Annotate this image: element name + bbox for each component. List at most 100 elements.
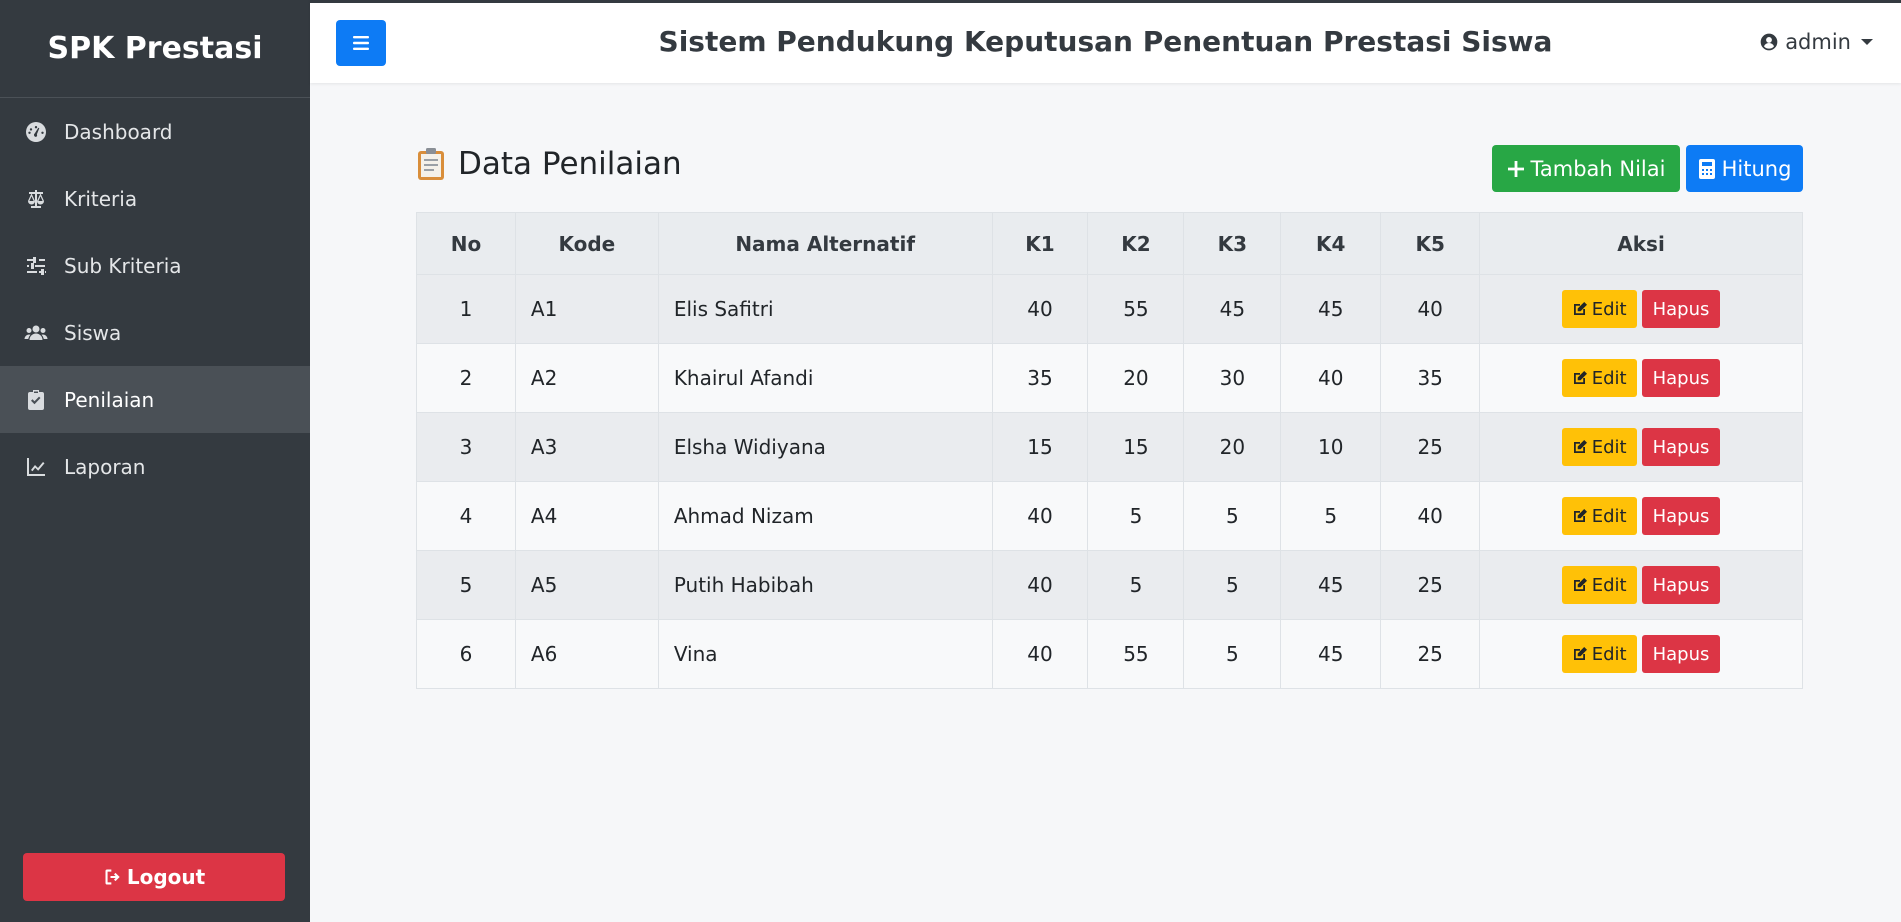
- edit-button[interactable]: Edit: [1561, 635, 1637, 673]
- cell-kode: A6: [514, 619, 659, 689]
- user-circle-icon: [1760, 33, 1778, 51]
- edit-icon: [1573, 578, 1587, 591]
- table-header-row: No Kode Nama Alternatif K1 K2 K3 K4 K5 A…: [416, 212, 1803, 275]
- edit-label: Edit: [1591, 298, 1627, 320]
- logout-button[interactable]: Logout: [23, 853, 285, 901]
- cell-k5: 40: [1380, 481, 1481, 551]
- app-title: Sistem Pendukung Keputusan Penentuan Pre…: [658, 25, 1553, 58]
- cell-k4: 10: [1280, 412, 1382, 482]
- dashboard-icon: [22, 118, 50, 146]
- sidebar: SPK Prestasi Dashboard Kriteria Sub Krit…: [0, 0, 310, 922]
- table-row: 1 A1 Elis Safitri 40 55 45 45 40 Edit Ha…: [416, 274, 1803, 344]
- page-header: Data Penilaian Tambah Nilai Hitung: [416, 140, 1803, 195]
- cell-k3: 5: [1183, 619, 1282, 689]
- edit-icon: [1573, 440, 1587, 453]
- delete-button[interactable]: Hapus: [1641, 359, 1721, 397]
- edit-label: Edit: [1591, 643, 1627, 665]
- cell-actions: Edit Hapus: [1479, 274, 1803, 344]
- cell-k3: 30: [1183, 343, 1282, 413]
- sidebar-item-label: Laporan: [64, 454, 146, 479]
- column-header: Nama Alternatif: [657, 212, 993, 275]
- sidebar-item-siswa[interactable]: Siswa: [0, 299, 310, 366]
- edit-label: Edit: [1591, 574, 1627, 596]
- balance-scale-icon: [22, 185, 50, 213]
- user-name: admin: [1785, 30, 1851, 54]
- edit-icon: [1573, 302, 1587, 315]
- sidebar-item-dashboard[interactable]: Dashboard: [0, 98, 310, 165]
- edit-icon: [1573, 647, 1587, 660]
- cell-k2: 5: [1087, 481, 1185, 551]
- sidebar-item-kriteria[interactable]: Kriteria: [0, 165, 310, 232]
- calculate-button[interactable]: Hitung: [1686, 145, 1803, 192]
- cell-actions: Edit Hapus: [1479, 343, 1803, 413]
- cell-actions: Edit Hapus: [1479, 412, 1803, 482]
- edit-label: Edit: [1591, 367, 1627, 389]
- cell-actions: Edit Hapus: [1479, 481, 1803, 551]
- cell-k5: 25: [1380, 619, 1481, 689]
- table-row: 4 A4 Ahmad Nizam 40 5 5 5 40 Edit Hapus: [416, 481, 1803, 551]
- cell-no: 1: [416, 274, 516, 344]
- cell-k1: 40: [991, 619, 1089, 689]
- cell-nama: Vina: [657, 619, 993, 689]
- cell-k1: 40: [991, 274, 1089, 344]
- sidebar-item-sub-kriteria[interactable]: Sub Kriteria: [0, 232, 310, 299]
- edit-button[interactable]: Edit: [1561, 290, 1637, 328]
- add-score-button[interactable]: Tambah Nilai: [1492, 145, 1680, 192]
- column-header: No: [416, 212, 516, 275]
- line-chart-icon: [22, 453, 50, 481]
- edit-button[interactable]: Edit: [1561, 359, 1637, 397]
- delete-button[interactable]: Hapus: [1641, 428, 1721, 466]
- calculator-icon: [1698, 158, 1715, 179]
- delete-button[interactable]: Hapus: [1641, 290, 1721, 328]
- column-header: K2: [1087, 212, 1185, 275]
- edit-icon: [1573, 371, 1587, 384]
- delete-button[interactable]: Hapus: [1641, 635, 1721, 673]
- delete-button[interactable]: Hapus: [1641, 497, 1721, 535]
- clipboard-check-icon: [22, 386, 50, 414]
- cell-actions: Edit Hapus: [1479, 619, 1803, 689]
- sidebar-item-penilaian[interactable]: Penilaian: [0, 366, 310, 433]
- cell-kode: A4: [514, 481, 659, 551]
- cell-k2: 55: [1087, 619, 1185, 689]
- user-menu-dropdown[interactable]: admin: [1759, 30, 1873, 54]
- cell-kode: A2: [514, 343, 659, 413]
- cell-actions: Edit Hapus: [1479, 550, 1803, 620]
- edit-button[interactable]: Edit: [1561, 428, 1637, 466]
- cell-kode: A3: [514, 412, 659, 482]
- cell-k5: 25: [1380, 550, 1481, 620]
- sidebar-item-label: Dashboard: [64, 119, 173, 144]
- cell-k3: 5: [1183, 481, 1282, 551]
- edit-button[interactable]: Edit: [1561, 497, 1637, 535]
- chevron-down-icon: [1861, 39, 1873, 45]
- plus-icon: [1507, 160, 1524, 177]
- delete-button[interactable]: Hapus: [1641, 566, 1721, 604]
- edit-button[interactable]: Edit: [1561, 566, 1637, 604]
- cell-k1: 40: [991, 481, 1089, 551]
- cell-nama: Elis Safitri: [657, 274, 993, 344]
- table-row: 5 A5 Putih Habibah 40 5 5 45 25 Edit Hap…: [416, 550, 1803, 620]
- column-header: K1: [991, 212, 1089, 275]
- users-icon: [22, 319, 50, 347]
- cell-k5: 25: [1380, 412, 1481, 482]
- table-row: 6 A6 Vina 40 55 5 45 25 Edit Hapus: [416, 619, 1803, 689]
- cell-k4: 40: [1280, 343, 1382, 413]
- cell-k1: 40: [991, 550, 1089, 620]
- cell-k5: 35: [1380, 343, 1481, 413]
- add-score-label: Tambah Nilai: [1530, 156, 1666, 181]
- sidebar-nav: Dashboard Kriteria Sub Kriteria Siswa Pe…: [0, 98, 310, 500]
- cell-nama: Khairul Afandi: [657, 343, 993, 413]
- cell-k4: 45: [1280, 550, 1382, 620]
- cell-kode: A5: [514, 550, 659, 620]
- column-header: Aksi: [1479, 212, 1803, 275]
- assessment-table: No Kode Nama Alternatif K1 K2 K3 K4 K5 A…: [416, 212, 1803, 689]
- table-row: 3 A3 Elsha Widiyana 15 15 20 10 25 Edit …: [416, 412, 1803, 482]
- brand-title[interactable]: SPK Prestasi: [0, 0, 310, 98]
- edit-label: Edit: [1591, 436, 1627, 458]
- cell-nama: Putih Habibah: [657, 550, 993, 620]
- cell-k1: 15: [991, 412, 1089, 482]
- cell-no: 3: [416, 412, 516, 482]
- column-header: Kode: [514, 212, 659, 275]
- logout-label: Logout: [126, 865, 206, 889]
- calculate-label: Hitung: [1721, 156, 1792, 181]
- sidebar-item-laporan[interactable]: Laporan: [0, 433, 310, 500]
